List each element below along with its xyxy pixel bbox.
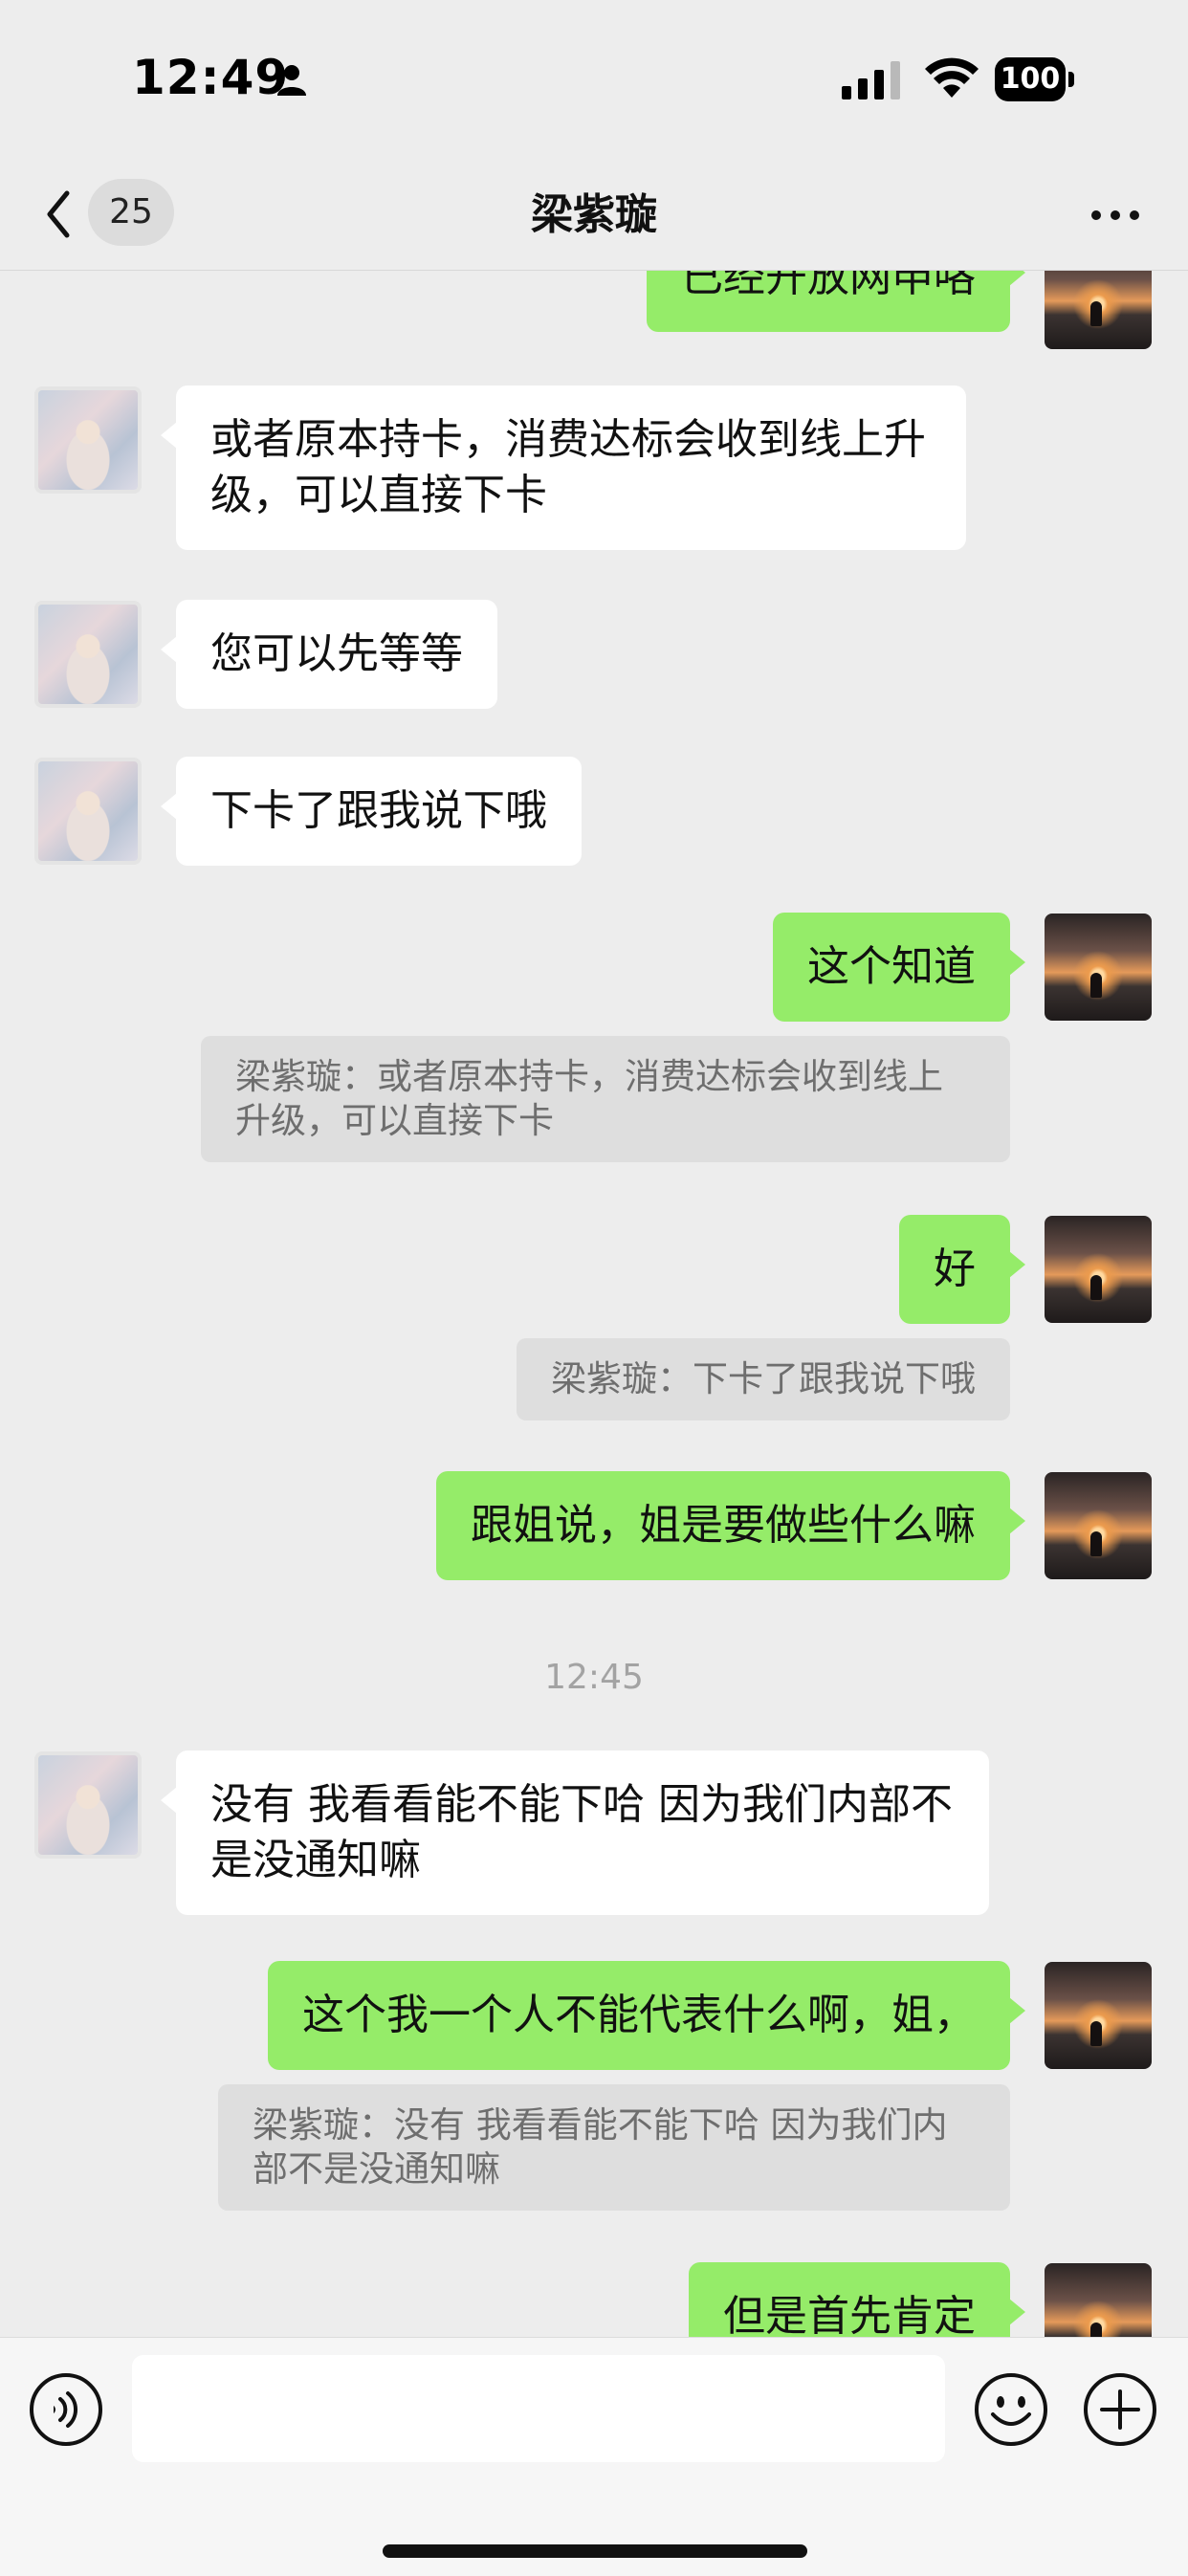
outgoing-message[interactable]: 好: [899, 1215, 1025, 1324]
quoted-message[interactable]: 梁紫璇：没有 我看看能不能下哈 因为我们内部不是没通知嘛: [218, 2084, 1010, 2211]
message-input[interactable]: [132, 2355, 945, 2462]
plus-icon[interactable]: [1083, 2372, 1157, 2447]
incoming-message[interactable]: 您可以先等等: [161, 600, 497, 709]
emoji-icon[interactable]: [974, 2372, 1048, 2447]
signal-icon: [842, 61, 900, 99]
chat-title: 梁紫璇: [531, 190, 657, 239]
outgoing-message[interactable]: 跟姐说，姐是要做些什么嘛: [436, 1471, 1025, 1580]
my-avatar[interactable]: [1045, 271, 1152, 349]
message-list[interactable]: 已经开放网申咯 或者原本持卡，消费达标会收到线上升级，可以直接下卡 您可以先等等…: [0, 271, 1188, 2337]
chat-header: 25 梁紫璇: [0, 163, 1188, 271]
my-avatar[interactable]: [1045, 2263, 1152, 2337]
contact-avatar[interactable]: [34, 1751, 142, 1859]
quoted-message[interactable]: 梁紫璇：或者原本持卡，消费达标会收到线上升级，可以直接下卡: [201, 1036, 1010, 1162]
incoming-message[interactable]: 下卡了跟我说下哦: [161, 757, 582, 866]
contact-avatar[interactable]: [34, 386, 142, 494]
status-time: 12:49: [132, 50, 290, 105]
quoted-message[interactable]: 梁紫璇：下卡了跟我说下哦: [517, 1338, 1010, 1420]
input-bar: [0, 2337, 1188, 2576]
more-icon[interactable]: [1087, 201, 1144, 230]
my-avatar[interactable]: [1045, 1472, 1152, 1579]
incoming-message[interactable]: 或者原本持卡，消费达标会收到线上升级，可以直接下卡: [161, 385, 966, 550]
my-avatar[interactable]: [1045, 1216, 1152, 1323]
outgoing-message[interactable]: 但是首先肯定: [689, 2262, 1025, 2337]
battery-tip: [1068, 72, 1074, 87]
battery-level: 100: [995, 57, 1066, 101]
battery-indicator: 100: [995, 57, 1075, 101]
incoming-message[interactable]: 没有 我看看能不能下哈 因为我们内部不是没通知嘛: [161, 1750, 989, 1915]
outgoing-message[interactable]: 这个我一个人不能代表什么啊，姐，: [268, 1961, 1025, 2070]
contact-avatar[interactable]: [34, 601, 142, 708]
voice-icon[interactable]: [29, 2372, 103, 2447]
wifi-icon: [925, 57, 979, 98]
my-avatar[interactable]: [1045, 1962, 1152, 2069]
contact-avatar[interactable]: [34, 758, 142, 865]
home-indicator: [383, 2544, 807, 2558]
outgoing-message[interactable]: 这个知道: [773, 913, 1025, 1022]
outgoing-message[interactable]: 已经开放网申咯: [647, 271, 1025, 332]
my-avatar[interactable]: [1045, 914, 1152, 1021]
person-icon: [277, 65, 306, 96]
status-bar: 12:49 100: [0, 0, 1188, 163]
message-timestamp: 12:45: [544, 1658, 644, 1697]
